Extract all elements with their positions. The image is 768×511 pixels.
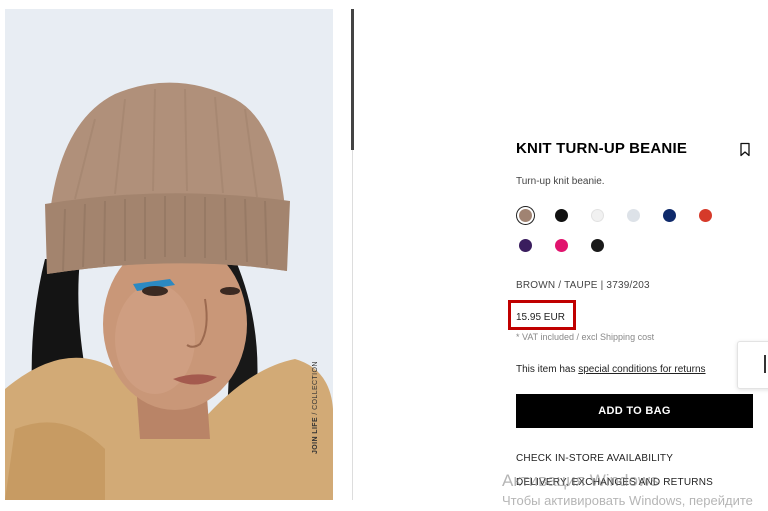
product-title: KNIT TURN-UP BEANIE bbox=[516, 140, 688, 157]
color-swatch-pink[interactable] bbox=[555, 239, 568, 252]
collection-caption: JOIN LIFE / COLLECTION bbox=[312, 361, 319, 454]
side-help-widget[interactable] bbox=[737, 341, 768, 389]
color-swatch-black[interactable] bbox=[555, 209, 568, 222]
color-swatch-light-grey[interactable] bbox=[627, 209, 640, 222]
vat-note: * VAT included / excl Shipping cost bbox=[516, 332, 655, 342]
return-conditions-link[interactable]: special conditions for returns bbox=[578, 364, 705, 375]
product-photo: JOIN LIFE / COLLECTION bbox=[5, 9, 333, 500]
color-swatch-black-2[interactable] bbox=[591, 239, 604, 252]
product-description: Turn-up knit beanie. bbox=[516, 176, 605, 187]
color-swatch-red[interactable] bbox=[699, 209, 712, 222]
conditions-prefix: This item has bbox=[516, 364, 579, 375]
return-conditions: This item has special conditions for ret… bbox=[516, 364, 706, 375]
gallery-scrollbar[interactable] bbox=[351, 9, 354, 150]
widget-mark bbox=[764, 355, 766, 373]
product-price: 15.95 EUR bbox=[516, 312, 565, 323]
color-swatch-purple[interactable] bbox=[519, 239, 532, 252]
watermark-line-2: Чтобы активировать Windows, перейдите bbox=[502, 493, 753, 508]
color-swatch-brown-taupe[interactable] bbox=[519, 209, 532, 222]
color-swatch-white[interactable] bbox=[591, 209, 604, 222]
check-store-availability-link[interactable]: CHECK IN-STORE AVAILABILITY bbox=[516, 453, 673, 464]
model-illustration bbox=[5, 9, 333, 500]
windows-activation-watermark: Активация Windows Чтобы активировать Win… bbox=[502, 471, 753, 509]
caption-bold: JOIN LIFE bbox=[312, 416, 319, 454]
add-to-bag-button[interactable]: ADD TO BAG bbox=[516, 394, 753, 428]
watermark-line-1: Активация Windows bbox=[502, 471, 659, 490]
bookmark-icon[interactable] bbox=[739, 142, 751, 157]
caption-rest: / COLLECTION bbox=[312, 361, 319, 417]
color-swatch-navy[interactable] bbox=[663, 209, 676, 222]
variant-info: BROWN / TAUPE | 3739/203 bbox=[516, 280, 650, 291]
